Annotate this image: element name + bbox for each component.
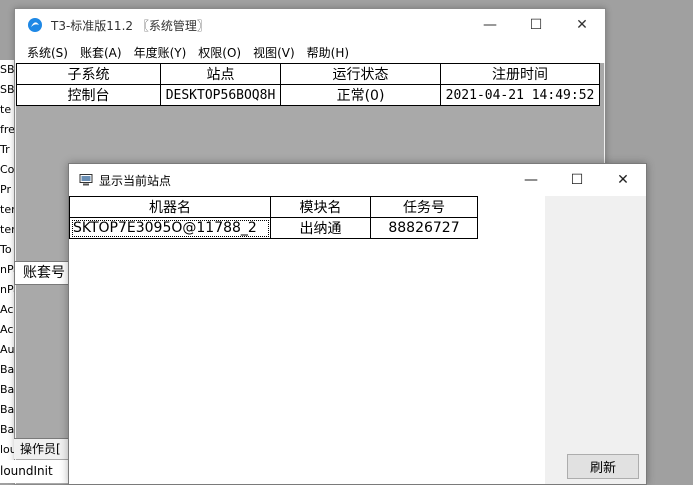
- minimize-icon: —: [524, 172, 538, 188]
- column-header-site[interactable]: 站点: [160, 63, 281, 85]
- column-header-run-status[interactable]: 运行状态: [280, 63, 441, 85]
- close-icon: ✕: [576, 17, 588, 33]
- dialog-button-panel: [545, 196, 646, 484]
- main-menubar: 系统(S) 账套(A) 年度账(Y) 权限(O) 视图(V) 帮助(H): [15, 41, 605, 63]
- column-header-register-time[interactable]: 注册时间: [440, 63, 600, 85]
- cell-run-status[interactable]: 正常(0): [280, 84, 441, 106]
- app-logo-icon: [28, 18, 42, 32]
- menu-view[interactable]: 视图(V): [247, 44, 301, 61]
- main-titlebar[interactable]: T3-标准版11.2 〖系统管理〗 — ☐ ✕: [15, 9, 605, 41]
- cell-task-number[interactable]: 88826727: [370, 217, 478, 239]
- close-icon: ✕: [617, 172, 629, 188]
- cell-subsystem[interactable]: 控制台: [16, 84, 161, 106]
- close-button[interactable]: ✕: [559, 9, 605, 41]
- menu-account[interactable]: 账套(A): [74, 44, 128, 61]
- maximize-icon: ☐: [570, 172, 584, 188]
- menu-system[interactable]: 系统(S): [21, 44, 74, 61]
- minimize-button[interactable]: —: [467, 9, 513, 41]
- refresh-button[interactable]: 刷新: [567, 454, 639, 479]
- cell-site[interactable]: DESKTOP56BOQ8H: [160, 84, 281, 106]
- table-row[interactable]: 控制台 DESKTOP56BOQ8H 正常(0) 2021-04-21 14:4…: [16, 84, 600, 106]
- table-header-row: 机器名 模块名 任务号: [69, 196, 478, 218]
- dialog-maximize-button[interactable]: ☐: [554, 164, 600, 196]
- main-window-title: T3-标准版11.2 〖系统管理〗: [51, 18, 209, 33]
- dialog-close-button[interactable]: ✕: [600, 164, 646, 196]
- cell-module-name[interactable]: 出纳通: [270, 217, 371, 239]
- menu-help[interactable]: 帮助(H): [301, 44, 355, 61]
- dialog-titlebar[interactable]: 显示当前站点 — ☐ ✕: [69, 164, 646, 196]
- minimize-icon: —: [483, 17, 497, 33]
- subsystem-table: 子系统 站点 运行状态 注册时间 控制台 DESKTOP56BOQ8H 正常(0…: [16, 63, 600, 106]
- cell-machine-name[interactable]: SKTOP7E3095O@11788_2: [69, 217, 271, 239]
- maximize-button[interactable]: ☐: [513, 9, 559, 41]
- sites-table: 机器名 模块名 任务号 SKTOP7E3095O@11788_2 出纳通 888…: [69, 196, 478, 239]
- dialog-title: 显示当前站点: [99, 173, 172, 188]
- current-sites-dialog: 显示当前站点 — ☐ ✕ 机器名 模块名 任务号 SKTOP7E3095O@11…: [68, 163, 647, 485]
- dialog-minimize-button[interactable]: —: [508, 164, 554, 196]
- table-row[interactable]: SKTOP7E3095O@11788_2 出纳通 88826727: [69, 217, 478, 239]
- maximize-icon: ☐: [529, 17, 543, 33]
- column-header-machine-name[interactable]: 机器名: [69, 196, 271, 218]
- cell-register-time[interactable]: 2021-04-21 14:49:52: [440, 84, 600, 106]
- column-header-module-name[interactable]: 模块名: [270, 196, 371, 218]
- column-header-task-number[interactable]: 任务号: [370, 196, 478, 218]
- menu-permission[interactable]: 权限(O): [192, 44, 247, 61]
- table-header-row: 子系统 站点 运行状态 注册时间: [16, 63, 600, 85]
- monitor-icon: [79, 174, 93, 186]
- dialog-grid-area: 机器名 模块名 任务号 SKTOP7E3095O@11788_2 出纳通 888…: [69, 196, 546, 484]
- menu-annual-account[interactable]: 年度账(Y): [128, 44, 193, 61]
- column-header-subsystem[interactable]: 子系统: [16, 63, 161, 85]
